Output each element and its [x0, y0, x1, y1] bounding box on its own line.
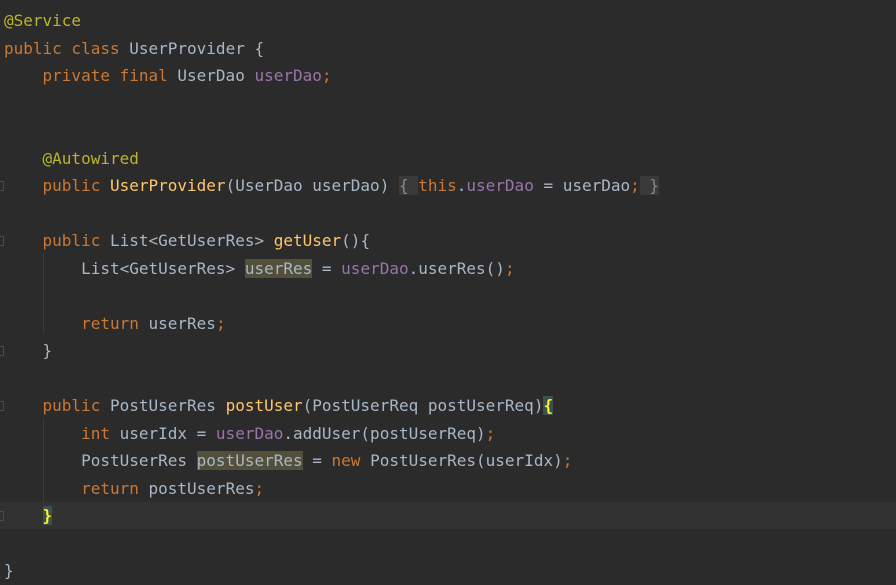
code-token: = userDao	[533, 176, 631, 195]
code-token: return	[81, 313, 149, 333]
code-token: }	[639, 176, 660, 195]
code-token: @Autowired	[42, 148, 139, 168]
fold-marker-icon[interactable]	[0, 236, 4, 246]
code-token: }	[42, 341, 53, 360]
code-line-16[interactable]: int userIdx = userDao.addUser(postUserRe…	[0, 420, 896, 447]
fold-marker-icon[interactable]	[0, 346, 4, 356]
fold-marker-icon[interactable]	[0, 401, 4, 411]
code-token: (UserDao userDao)	[225, 176, 399, 195]
code-line-2[interactable]: public class UserProvider {	[0, 35, 896, 62]
code-line-1[interactable]: @Service	[0, 7, 896, 34]
code-line-10[interactable]: List<GetUserRes> userRes = userDao.userR…	[0, 255, 896, 282]
code-editor[interactable]: @Service public class UserProvider { priv…	[0, 0, 896, 585]
code-token: this	[418, 176, 457, 195]
code-token: UserProvider {	[129, 38, 265, 58]
code-token: UserProvider	[109, 176, 226, 195]
code-token: userDao	[341, 258, 409, 278]
code-token: userIdx =	[119, 423, 216, 443]
code-token: postUserRes	[148, 478, 255, 498]
code-token: .addUser(postUserReq)	[283, 423, 486, 443]
code-line-7[interactable]: public UserProvider(UserDao userDao) { t…	[0, 172, 896, 199]
code-token: userDao	[466, 176, 534, 195]
code-token: {	[398, 176, 419, 195]
code-token: =	[302, 451, 332, 470]
code-token: new	[331, 451, 371, 470]
code-token: (PostUserReq postUserReq)	[302, 396, 544, 415]
code-line-13[interactable]: }	[0, 337, 896, 364]
code-token: PostUserRes	[81, 451, 197, 470]
code-token: public	[42, 176, 110, 195]
code-token: postUserRes	[196, 451, 303, 470]
code-token: userDao	[215, 423, 284, 443]
code-token: }	[42, 506, 53, 525]
code-token: UserDao	[177, 66, 255, 85]
code-line-19[interactable]: }	[0, 502, 896, 529]
code-token: .	[456, 176, 467, 195]
code-token: =	[312, 258, 342, 278]
code-token: return	[81, 478, 149, 498]
code-line-21[interactable]: }	[0, 557, 896, 584]
code-line-8[interactable]	[0, 200, 896, 227]
code-line-3[interactable]: private final UserDao userDao;	[0, 62, 896, 89]
code-line-17[interactable]: PostUserRes postUserRes = new PostUserRe…	[0, 447, 896, 474]
code-line-6[interactable]: @Autowired	[0, 145, 896, 172]
code-token: ;	[254, 478, 265, 498]
code-token: .userRes()	[408, 258, 505, 278]
code-token: userDao	[254, 66, 322, 85]
code-token: ;	[321, 66, 332, 85]
code-token: userRes	[244, 258, 313, 278]
code-token: postUser	[225, 396, 303, 415]
code-token: ;	[562, 451, 573, 470]
code-token: public	[42, 396, 110, 415]
code-token: (){	[341, 231, 371, 250]
code-line-18[interactable]: return postUserRes;	[0, 475, 896, 502]
code-token: PostUserRes	[109, 396, 226, 415]
code-token: ;	[485, 423, 496, 443]
code-token: ;	[215, 313, 226, 333]
code-token: List<GetUserRes>	[109, 231, 274, 250]
code-token: private final	[42, 66, 178, 85]
fold-marker-icon[interactable]	[0, 511, 4, 521]
code-token: getUser	[273, 231, 342, 250]
code-line-14[interactable]	[0, 365, 896, 392]
code-token: public	[42, 231, 110, 250]
code-token: {	[543, 396, 554, 415]
code-line-20[interactable]	[0, 530, 896, 557]
fold-marker-icon[interactable]	[0, 181, 4, 191]
code-token: ;	[630, 176, 640, 195]
code-token: public class	[4, 38, 130, 58]
code-token: }	[4, 561, 14, 580]
code-line-5[interactable]	[0, 117, 896, 144]
code-token: List<GetUserRes>	[81, 258, 245, 278]
code-line-11[interactable]	[0, 282, 896, 309]
code-token: int	[81, 423, 120, 443]
code-line-4[interactable]	[0, 90, 896, 117]
code-line-15[interactable]: public PostUserRes postUser(PostUserReq …	[0, 392, 896, 419]
code-token: PostUserRes(userIdx)	[370, 451, 563, 470]
code-token: ;	[504, 258, 515, 278]
code-token: @Service	[4, 11, 82, 30]
code-line-12[interactable]: return userRes;	[0, 310, 896, 337]
code-token: userRes	[148, 313, 216, 333]
code-line-9[interactable]: public List<GetUserRes> getUser(){	[0, 227, 896, 254]
